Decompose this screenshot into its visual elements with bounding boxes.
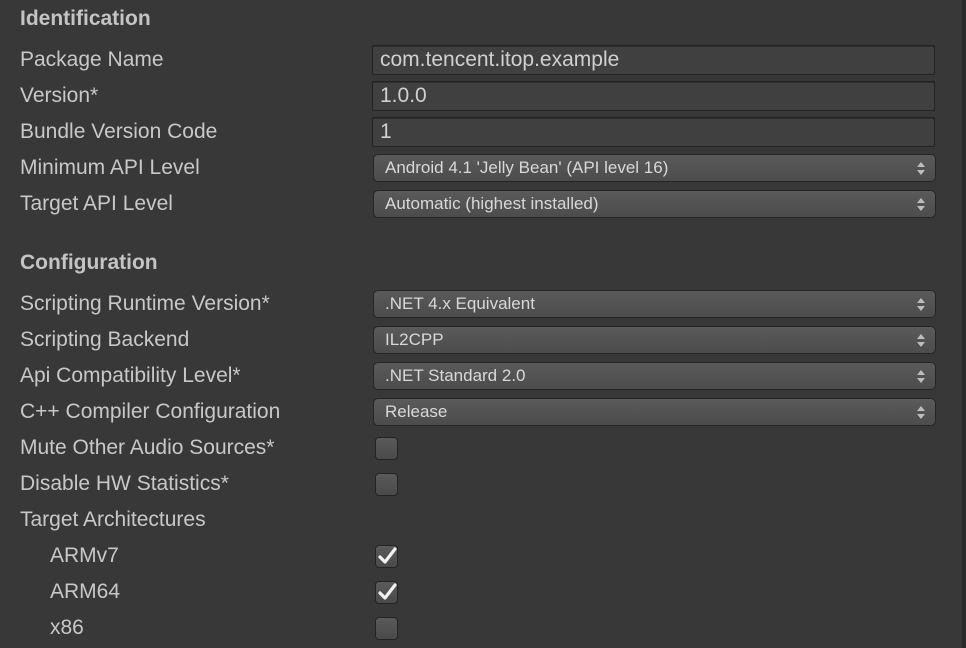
cpp-compiler-label: C++ Compiler Configuration (20, 400, 281, 423)
package-name-row: Package Name com.tencent.itop.example (0, 42, 950, 78)
mute-audio-row: Mute Other Audio Sources* (0, 430, 950, 466)
scripting-backend-label: Scripting Backend (20, 328, 190, 351)
cpp-compiler-row: C++ Compiler Configuration Release (0, 394, 950, 430)
scripting-runtime-row: Scripting Runtime Version* .NET 4.x Equi… (0, 286, 950, 322)
scripting-runtime-dropdown[interactable]: .NET 4.x Equivalent (373, 290, 936, 318)
arch-arm64-row: ARM64 (0, 574, 950, 610)
scripting-backend-dropdown[interactable]: IL2CPP (373, 326, 936, 354)
cpp-compiler-dropdown[interactable]: Release (373, 398, 936, 426)
player-settings-panel: Identification Package Name com.tencent.… (0, 0, 966, 648)
bundle-version-code-label: Bundle Version Code (20, 120, 218, 143)
identification-header: Identification (20, 7, 151, 30)
scripting-backend-row: Scripting Backend IL2CPP (0, 322, 950, 358)
api-compatibility-label: Api Compatibility Level* (20, 364, 241, 387)
arch-x86-row: x86 (0, 610, 950, 646)
target-api-level-dropdown[interactable]: Automatic (highest installed) (373, 190, 936, 218)
api-compatibility-row: Api Compatibility Level* .NET Standard 2… (0, 358, 950, 394)
version-input[interactable]: 1.0.0 (372, 81, 935, 111)
arch-armv7-row: ARMv7 (0, 538, 950, 574)
arch-x86-checkbox[interactable] (375, 617, 398, 640)
minimum-api-level-label: Minimum API Level (20, 156, 200, 179)
target-api-level-row: Target API Level Automatic (highest inst… (0, 186, 950, 222)
updown-arrow-icon (917, 406, 925, 419)
minimum-api-level-row: Minimum API Level Android 4.1 'Jelly Bea… (0, 150, 950, 186)
disable-hw-statistics-checkbox[interactable] (375, 473, 398, 496)
target-api-level-value: Automatic (highest installed) (385, 194, 599, 213)
bundle-version-code-row: Bundle Version Code 1 (0, 114, 950, 150)
updown-arrow-icon (917, 334, 925, 347)
scripting-runtime-label: Scripting Runtime Version* (20, 292, 270, 315)
configuration-header: Configuration (20, 251, 158, 274)
mute-audio-label: Mute Other Audio Sources* (20, 436, 275, 459)
checkmark-icon (378, 547, 397, 564)
target-api-level-label: Target API Level (20, 192, 173, 215)
updown-arrow-icon (917, 198, 925, 211)
version-label: Version* (20, 84, 99, 107)
updown-arrow-icon (917, 370, 925, 383)
disable-hw-statistics-row: Disable HW Statistics* (0, 466, 950, 502)
package-name-input[interactable]: com.tencent.itop.example (372, 45, 935, 75)
arch-x86-label: x86 (50, 616, 84, 639)
bundle-version-code-input[interactable]: 1 (372, 117, 935, 147)
version-row: Version* 1.0.0 (0, 78, 950, 114)
arch-arm64-checkbox[interactable] (375, 581, 398, 604)
disable-hw-statistics-label: Disable HW Statistics* (20, 472, 229, 495)
scripting-runtime-value: .NET 4.x Equivalent (385, 294, 535, 313)
arch-armv7-label: ARMv7 (50, 544, 119, 567)
api-compatibility-value: .NET Standard 2.0 (385, 366, 526, 385)
target-architectures-row: Target Architectures (0, 502, 950, 538)
minimum-api-level-value: Android 4.1 'Jelly Bean' (API level 16) (385, 158, 669, 177)
scripting-backend-value: IL2CPP (385, 330, 444, 349)
package-name-label: Package Name (20, 48, 164, 71)
checkmark-icon (378, 583, 397, 600)
minimum-api-level-dropdown[interactable]: Android 4.1 'Jelly Bean' (API level 16) (373, 154, 936, 182)
updown-arrow-icon (917, 162, 925, 175)
target-architectures-label: Target Architectures (20, 508, 206, 531)
arch-armv7-checkbox[interactable] (375, 545, 398, 568)
arch-arm64-label: ARM64 (50, 580, 121, 603)
api-compatibility-dropdown[interactable]: .NET Standard 2.0 (373, 362, 936, 390)
panel-right-border (962, 0, 966, 648)
cpp-compiler-value: Release (385, 402, 448, 421)
updown-arrow-icon (917, 298, 925, 311)
mute-audio-checkbox[interactable] (375, 437, 398, 460)
